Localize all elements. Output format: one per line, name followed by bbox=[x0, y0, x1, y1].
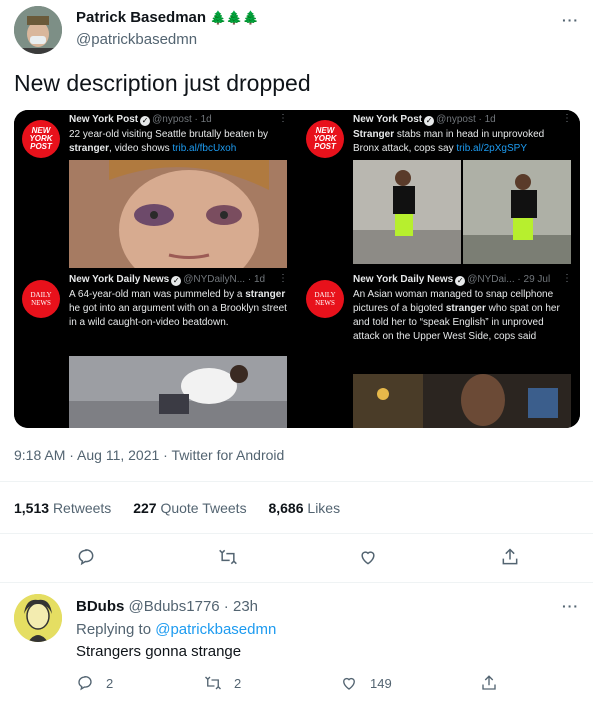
tweet-media[interactable]: NEW YORK POST New York Post ✓ @nypost · 1d ⋮… bbox=[14, 110, 580, 428]
retweet-button[interactable] bbox=[218, 547, 238, 567]
reply-count: 2 bbox=[106, 675, 114, 691]
more-icon[interactable]: ··· bbox=[562, 12, 579, 28]
retweet-icon bbox=[219, 549, 237, 565]
media-cell-1[interactable]: NEW YORK POST New York Post ✓ @nypost · 1d ⋮… bbox=[14, 110, 296, 268]
reply-author-line[interactable]: BDubs @Bdubs1776 · 23h bbox=[76, 598, 258, 615]
avatar-illustration bbox=[14, 6, 62, 54]
headline: Stranger stabs man in head in unprovoked… bbox=[353, 129, 545, 154]
reply-reply-button[interactable]: 2 bbox=[76, 674, 113, 692]
source-line: New York Daily News ✓ @NYDai... · 29 Jul bbox=[353, 274, 551, 286]
divider bbox=[0, 481, 593, 482]
like-icon bbox=[343, 677, 355, 690]
verified-icon: ✓ bbox=[171, 276, 182, 286]
media-cell-3[interactable]: DAILY NEWS New York Daily News ✓ @NYDailyN.… bbox=[14, 270, 296, 428]
headline: 22 year-old visiting Seattle brutally be… bbox=[69, 129, 269, 154]
verified-icon: ✓ bbox=[140, 116, 151, 126]
media-cell-2[interactable]: NEW YORK POST New York Post ✓ @nypost · 1d ⋮… bbox=[298, 110, 580, 268]
nydailynews-logo: DAILY NEWS bbox=[306, 280, 344, 318]
divider bbox=[0, 582, 593, 583]
reply-button[interactable] bbox=[76, 547, 96, 567]
more-icon: ⋮ bbox=[278, 273, 288, 284]
photo-street-beatdown bbox=[69, 356, 287, 428]
share-button[interactable] bbox=[500, 547, 520, 567]
nydailynews-logo: DAILY NEWS bbox=[22, 280, 60, 318]
source-line: New York Post ✓ @nypost · 1d bbox=[69, 114, 212, 126]
retweets-stat[interactable]: 1,513 Retweets bbox=[14, 500, 111, 516]
reply-icon bbox=[78, 675, 92, 691]
quotes-stat[interactable]: 227 Quote Tweets bbox=[133, 500, 246, 516]
photo-bruised-face bbox=[69, 160, 287, 268]
more-icon: ⋮ bbox=[562, 113, 572, 124]
nypost-logo: NEW YORK POST bbox=[22, 120, 60, 158]
source-line: New York Post ✓ @nypost · 1d bbox=[353, 114, 496, 126]
tweet-text: New description just dropped bbox=[14, 70, 311, 96]
reply-icon bbox=[78, 549, 94, 566]
photo-bronx-attack bbox=[353, 160, 571, 264]
source-line: New York Daily News ✓ @NYDailyN... · 1d bbox=[69, 274, 266, 286]
replying-to: Replying to @patrickbasedmn bbox=[76, 621, 277, 638]
tweet-timestamp[interactable]: 9:18 AM · Aug 11, 2021 · Twitter for And… bbox=[14, 447, 284, 463]
author-name[interactable]: Patrick Basedman 🌲🌲🌲 bbox=[76, 9, 259, 26]
like-count: 149 bbox=[370, 675, 392, 691]
like-button[interactable] bbox=[358, 547, 378, 567]
share-icon bbox=[482, 675, 496, 690]
nypost-logo: NEW YORK POST bbox=[306, 120, 344, 158]
more-icon: ⋮ bbox=[562, 273, 572, 284]
tree-emoji: 🌲🌲🌲 bbox=[210, 10, 259, 25]
author-avatar[interactable] bbox=[14, 6, 62, 54]
reply-like-button[interactable]: 149 bbox=[340, 674, 392, 692]
verified-icon: ✓ bbox=[455, 276, 466, 286]
more-icon: ⋮ bbox=[278, 113, 288, 124]
divider bbox=[0, 533, 593, 534]
more-icon[interactable]: ··· bbox=[562, 598, 579, 614]
verified-icon: ✓ bbox=[424, 116, 435, 126]
headline: A 64-year-old man was pummeled by a stra… bbox=[69, 289, 287, 328]
reply-share-button[interactable] bbox=[480, 674, 498, 692]
headline: An Asian woman managed to snap cellphone… bbox=[353, 289, 560, 342]
media-cell-4[interactable]: DAILY NEWS New York Daily News ✓ @NYDai... … bbox=[298, 270, 580, 428]
reply-retweet-button[interactable]: 2 bbox=[204, 674, 241, 692]
replying-to-handle[interactable]: @patrickbasedmn bbox=[155, 621, 276, 638]
tweet-stats: 1,513 Retweets 227 Quote Tweets 8,686 Li… bbox=[14, 500, 358, 516]
like-icon bbox=[361, 551, 375, 565]
reply-text: Strangers gonna strange bbox=[76, 643, 242, 660]
reply-author-avatar[interactable] bbox=[14, 594, 62, 642]
photo-upper-west-side bbox=[353, 374, 571, 428]
likes-stat[interactable]: 8,686 Likes bbox=[268, 500, 340, 516]
retweet-icon bbox=[205, 676, 221, 690]
share-icon bbox=[502, 548, 518, 565]
avatar-illustration bbox=[14, 594, 62, 642]
retweet-count: 2 bbox=[234, 675, 242, 691]
author-handle[interactable]: @patrickbasedmn bbox=[76, 31, 197, 48]
